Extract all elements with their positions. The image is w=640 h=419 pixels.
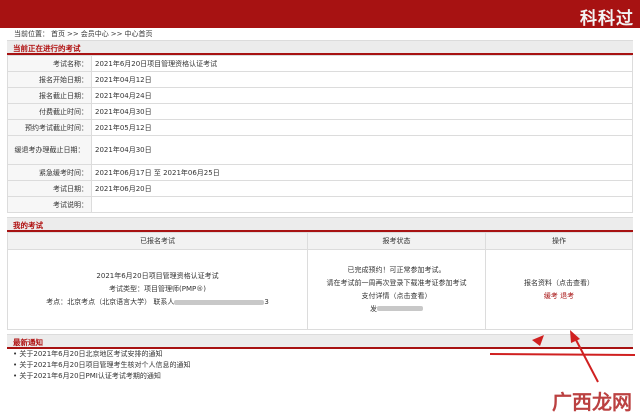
registration-info-link[interactable]: 报名资料（点击查看） — [524, 279, 594, 287]
urgent-defer-label: 紧急缓考时间： — [7, 164, 92, 181]
col-registered-exam: 已报名考试 — [7, 232, 308, 250]
breadcrumb-member-center[interactable]: 会员中心 — [81, 30, 109, 38]
breadcrumb-prefix: 当前位置： — [14, 30, 49, 38]
reg-end-value: 2021年04月24日 — [91, 87, 633, 104]
current-exam-heading: 当前正在进行的考试 — [7, 40, 633, 55]
booking-deadline-value: 2021年05月12日 — [91, 119, 633, 136]
watermark: 广西龙网 — [552, 390, 632, 414]
my-exams-table: 已报名考试 报考状态 操作 2021年6月20日项目管理资格认证考试 考试类型：… — [7, 232, 633, 330]
table-row: 紧急缓考时间： 2021年06月17日 至 2021年06月25日 — [7, 164, 633, 181]
breadcrumb: 当前位置： 首页 >> 会员中心 >> 中心首页 — [14, 29, 154, 39]
news-item[interactable]: 关于2021年6月20日北京地区考试安排的通知 — [13, 349, 633, 360]
table-row: 2021年6月20日项目管理资格认证考试 考试类型：项目管理师(PMP®) 考点… — [7, 249, 633, 330]
exam-site-tail: 3 — [264, 298, 269, 306]
exam-site: 考点：北京考点（北京语言大学） 联系人 3 — [12, 296, 303, 309]
payment-details-link[interactable]: 支付详情（点击查看） — [362, 292, 432, 300]
table-header-row: 已报名考试 报考状态 操作 — [7, 232, 633, 250]
col-status: 报考状态 — [307, 232, 486, 250]
exam-date-value: 2021年06月20日 — [91, 180, 633, 197]
table-row: 缓退考办理截止日期： 2021年04月30日 — [7, 135, 633, 165]
reg-start-label: 报名开始日期： — [7, 71, 92, 88]
reg-start-value: 2021年04月12日 — [91, 71, 633, 88]
table-row: 考试名称： 2021年6月20日项目管理资格认证考试 — [7, 55, 633, 72]
breadcrumb-sep: >> — [110, 30, 123, 38]
news-item[interactable]: 关于2021年6月20日项目管理考生核对个人信息的通知 — [13, 360, 633, 371]
table-row: 报名截止日期： 2021年04月24日 — [7, 87, 633, 104]
status-booked: 已完成预约！可正常参加考试。 — [347, 265, 446, 274]
exam-site-text: 考点：北京考点（北京语言大学） 联系人 — [46, 298, 175, 306]
pay-deadline-value: 2021年04月30日 — [91, 103, 633, 120]
defer-deadline-label: 缓退考办理截止日期： — [7, 135, 92, 165]
news-item[interactable]: 关于2021年6月20日PMI认证考试考期的通知 — [13, 371, 633, 382]
news-list: 关于2021年6月20日北京地区考试安排的通知 关于2021年6月20日项目管理… — [7, 349, 633, 382]
operations-cell: 报名资料（点击查看） 缓考 退考 — [485, 249, 633, 330]
status-cell: 已完成预约！可正常参加考试。 请在考试前一周再次登录下载准考证参加考试 支付详情… — [307, 249, 486, 330]
news-heading: 最新通知 — [7, 334, 633, 349]
breadcrumb-sep: >> — [67, 30, 79, 38]
withdraw-exam-link[interactable]: 退考 — [560, 292, 574, 300]
status-invoice: 发 — [312, 303, 481, 316]
main-content: 当前正在进行的考试 考试名称： 2021年6月20日项目管理资格认证考试 报名开始… — [7, 40, 633, 419]
my-exams-heading: 我的考试 — [7, 217, 633, 232]
exam-name-value: 2021年6月20日项目管理资格认证考试 — [91, 55, 633, 72]
pay-deadline-label: 付费截止时间： — [7, 103, 92, 120]
status-download-note: 请在考试前一周再次登录下载准考证参加考试 — [326, 278, 467, 287]
table-row: 报名开始日期： 2021年04月12日 — [7, 71, 633, 88]
table-row: 付费截止时间： 2021年04月30日 — [7, 103, 633, 120]
defer-deadline-value: 2021年04月30日 — [91, 135, 633, 165]
exam-notes-value — [91, 196, 633, 213]
exam-title: 2021年6月20日项目管理资格认证考试 — [96, 272, 219, 280]
breadcrumb-home[interactable]: 首页 — [51, 30, 65, 38]
booking-deadline-label: 预约考试截止时间： — [7, 119, 92, 136]
exam-date-label: 考试日期： — [7, 180, 92, 197]
status-invoice-text: 发 — [370, 304, 377, 313]
postpone-exam-link[interactable]: 缓考 — [544, 292, 558, 300]
table-row: 考试说明： — [7, 196, 633, 213]
breadcrumb-center-home[interactable]: 中心首页 — [124, 30, 152, 38]
redacted-contact — [174, 299, 265, 305]
top-banner: 科科过 — [0, 0, 640, 29]
brand-logo: 科科过 — [580, 9, 634, 29]
table-row: 考试日期： 2021年06月20日 — [7, 180, 633, 197]
exam-notes-label: 考试说明： — [7, 196, 92, 213]
redacted-invoice — [377, 306, 423, 311]
exam-info-cell: 2021年6月20日项目管理资格认证考试 考试类型：项目管理师(PMP®) 考点… — [7, 249, 308, 330]
table-row: 预约考试截止时间： 2021年05月12日 — [7, 119, 633, 136]
urgent-defer-value: 2021年06月17日 至 2021年06月25日 — [91, 164, 633, 181]
exam-name-label: 考试名称： — [7, 55, 92, 72]
reg-end-label: 报名截止日期： — [7, 87, 92, 104]
exam-type: 考试类型：项目管理师(PMP®) — [109, 285, 206, 293]
col-operations: 操作 — [485, 232, 633, 250]
current-exam-table: 考试名称： 2021年6月20日项目管理资格认证考试 报名开始日期： 2021年04… — [7, 55, 633, 213]
